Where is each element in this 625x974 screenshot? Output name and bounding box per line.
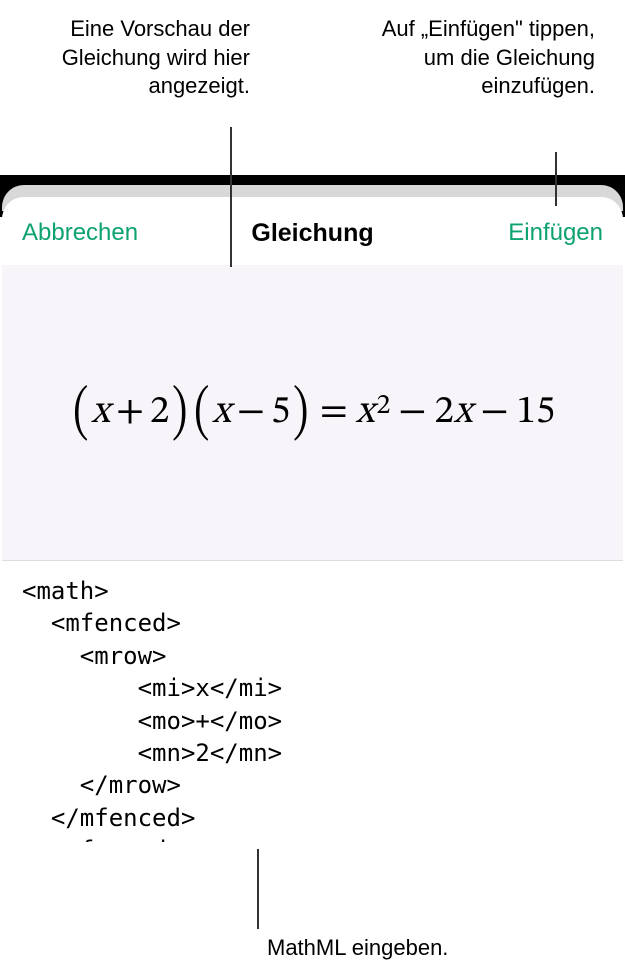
modal-card: Abbrechen Gleichung Einfügen (x+2)(x−5)=… (2, 197, 623, 837)
insert-callout: Auf „Einfügen" tippen, um die Gleichung … (375, 15, 595, 101)
exponent-2: 2 (376, 389, 390, 424)
code-line: </mfenced> (22, 804, 195, 832)
callout-line (257, 849, 259, 929)
mathml-input[interactable]: <math> <mfenced> <mrow> <mi>x</mi> <mo>+… (2, 560, 623, 842)
preview-callout: Eine Vorschau der Gleichung wird hier an… (30, 15, 250, 101)
code-line: </mrow> (22, 771, 181, 799)
modal-header: Abbrechen Gleichung Einfügen (2, 197, 623, 265)
left-paren: ( (194, 396, 209, 433)
operator-plus: + (116, 388, 144, 437)
number-2: 2 (150, 388, 169, 437)
number-5: 5 (271, 388, 290, 437)
operator-minus: − (480, 388, 508, 437)
code-line: <mi>x</mi> (22, 674, 282, 702)
number-2: 2 (434, 388, 453, 437)
right-paren: ) (172, 396, 187, 433)
callout-line (555, 152, 557, 206)
operator-equals: = (320, 388, 348, 437)
insert-button[interactable]: Einfügen (508, 219, 603, 247)
variable-x: x (91, 388, 110, 437)
number-15: 15 (517, 388, 556, 437)
code-callout: MathML eingeben. (267, 935, 448, 961)
cancel-button[interactable]: Abbrechen (22, 219, 138, 247)
modal-title: Gleichung (251, 219, 373, 248)
code-line: <mfenced> (22, 609, 181, 637)
code-line: <mn>2</mn> (22, 739, 282, 767)
operator-minus: − (237, 388, 265, 437)
equation-preview: (x+2)(x−5)=x2−2x−15 (2, 265, 623, 560)
equation-rendered: (x+2)(x−5)=x2−2x−15 (70, 388, 555, 437)
variable-x: x (454, 388, 473, 437)
code-line: <math> (22, 577, 109, 605)
code-line: <mo>+</mo> (22, 707, 282, 735)
device-frame: Abbrechen Gleichung Einfügen (x+2)(x−5)=… (0, 175, 625, 875)
code-line: <mfenced> (22, 836, 181, 842)
operator-minus: − (398, 388, 426, 437)
left-paren: ( (73, 396, 88, 433)
variable-x: x (356, 388, 375, 437)
code-line: <mrow> (22, 642, 167, 670)
callout-line (230, 127, 232, 267)
variable-x: x (212, 388, 231, 437)
right-paren: ) (293, 396, 308, 433)
